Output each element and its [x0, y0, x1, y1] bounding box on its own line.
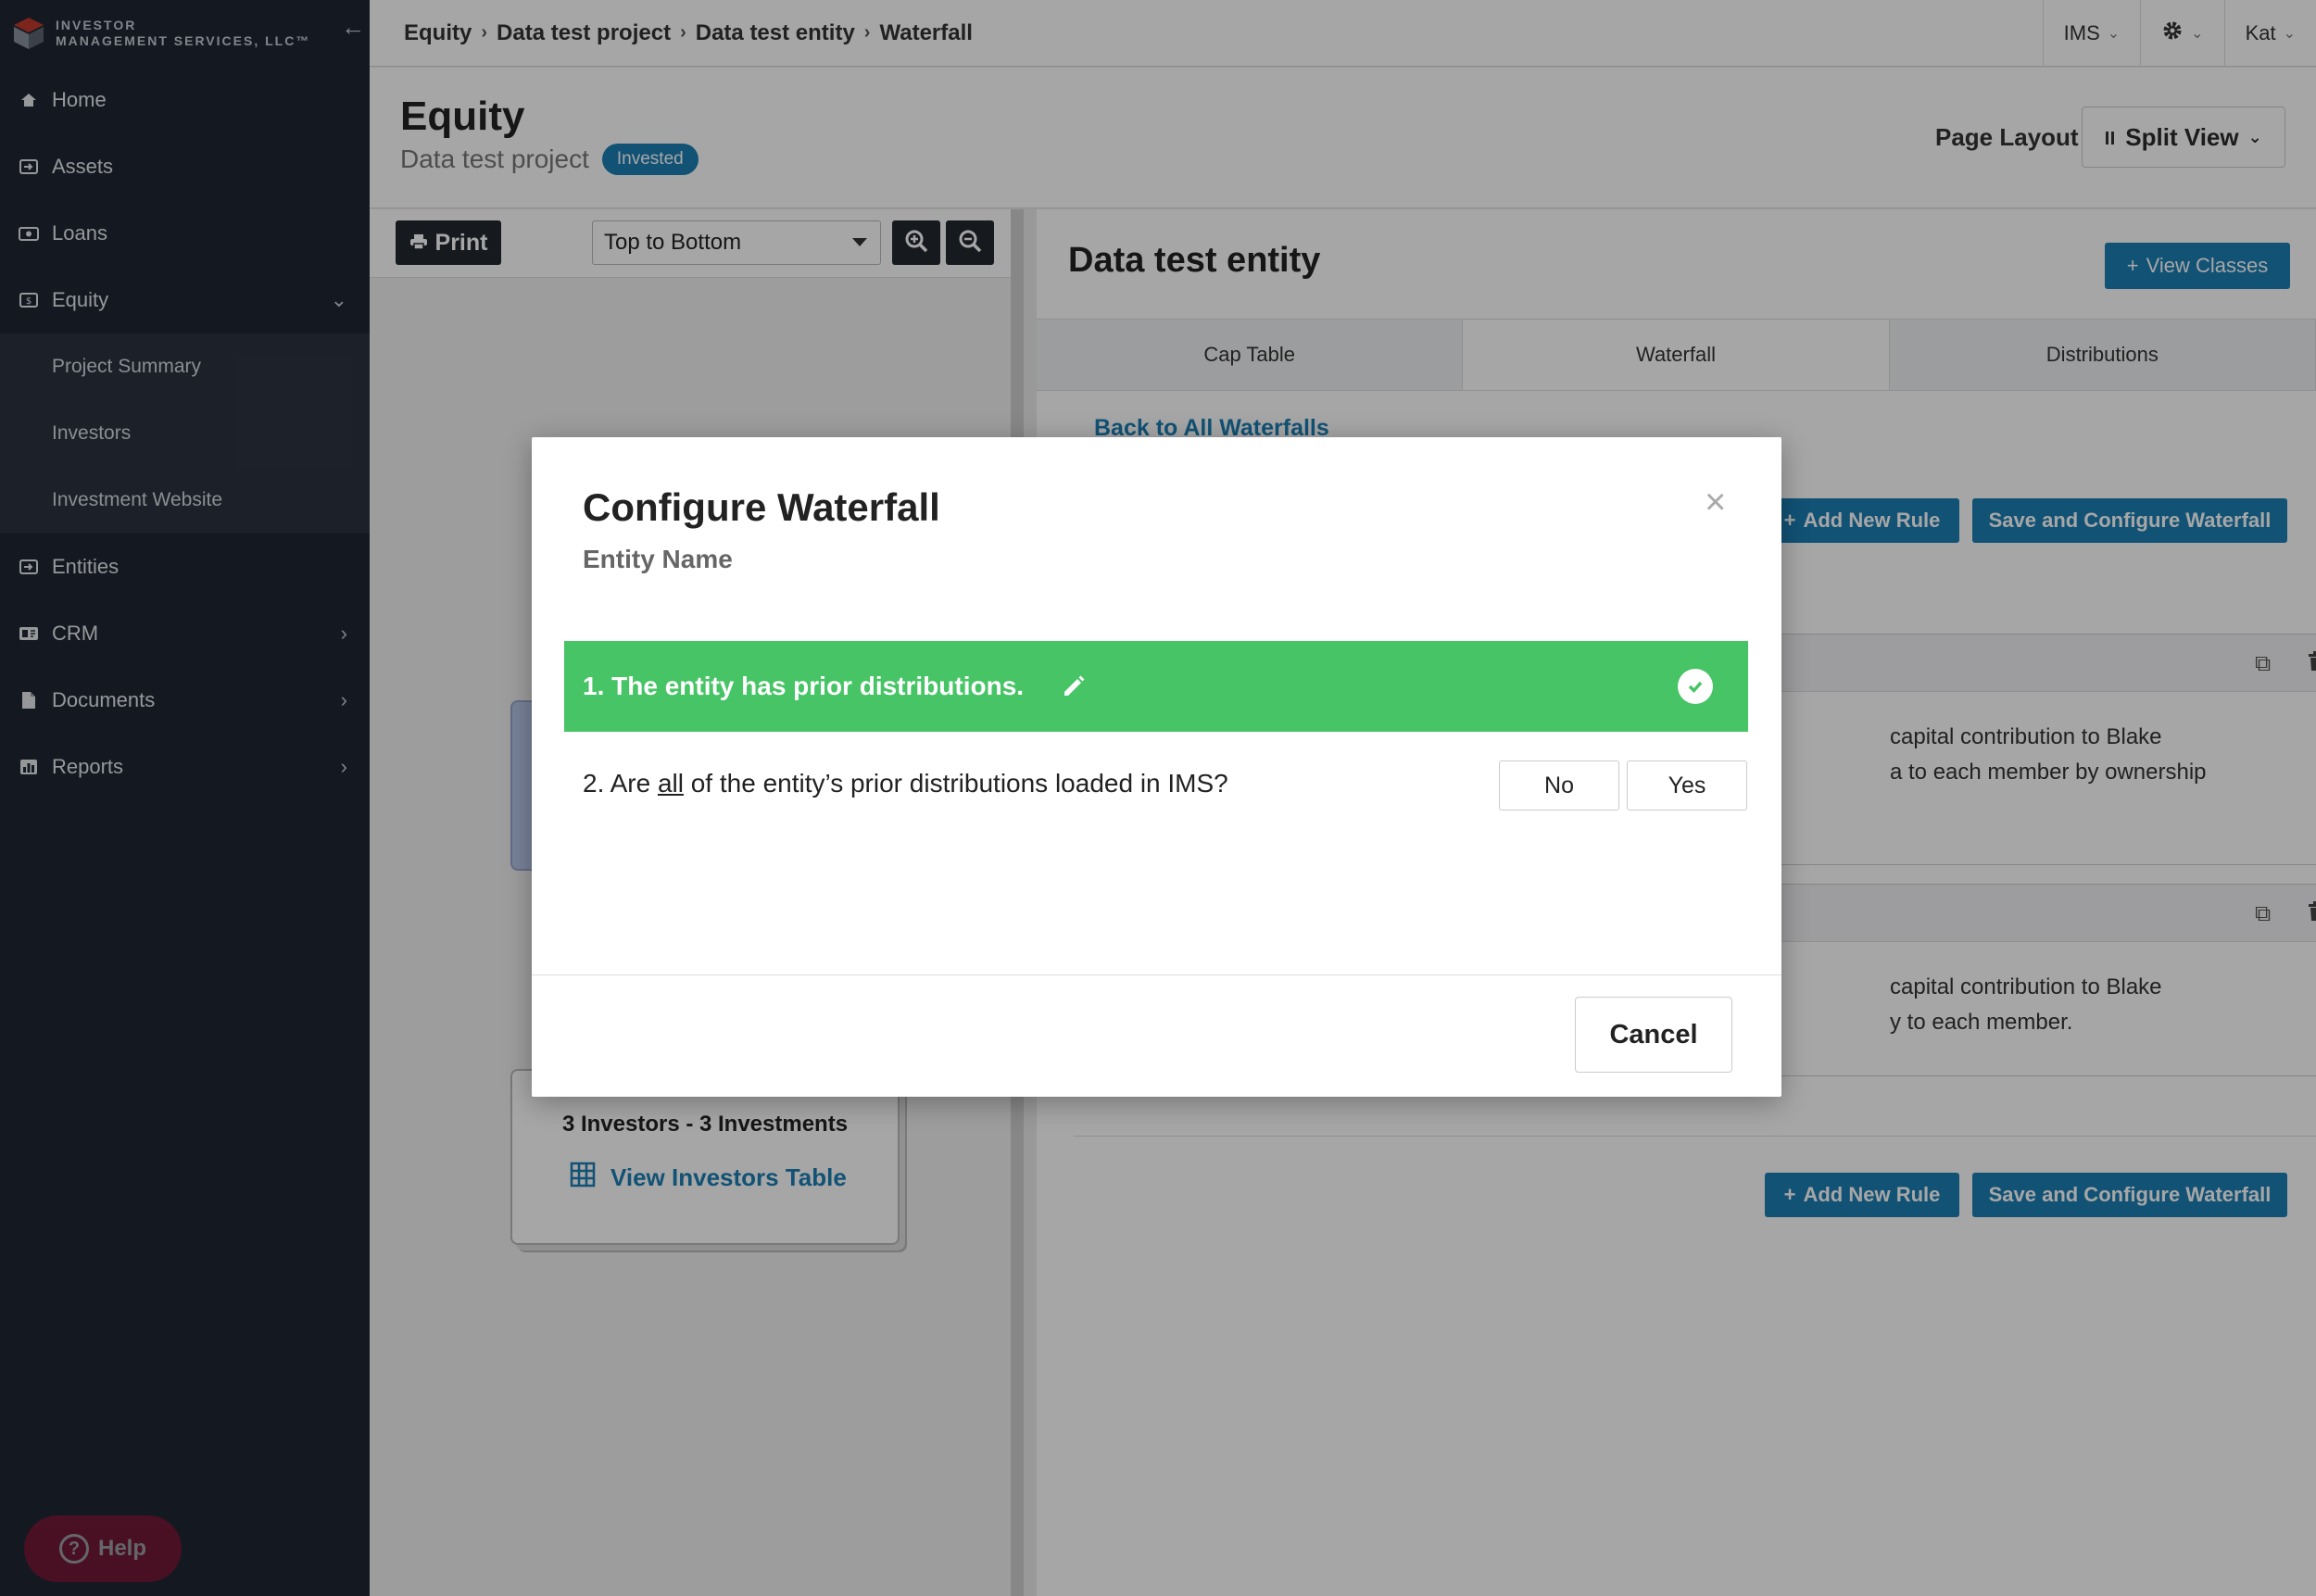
step-2-emphasis: all [657, 769, 684, 798]
step-2-question: 2. Are all of the entity’s prior distrib… [583, 769, 1228, 798]
step-2-text: of the entity’s prior distributions load… [683, 769, 1228, 798]
close-icon[interactable]: × [1705, 484, 1726, 521]
check-circle-icon [1678, 669, 1713, 704]
no-button[interactable]: No [1499, 760, 1619, 811]
yes-button[interactable]: Yes [1627, 760, 1747, 811]
step-1-text: 1. The entity has prior distributions. [583, 672, 1025, 700]
step-2-text: 2. Are [583, 769, 658, 798]
modal-title: Configure Waterfall [583, 485, 940, 529]
modal-footer-divider [532, 974, 1781, 975]
pencil-icon[interactable] [1061, 673, 1087, 699]
cancel-button[interactable]: Cancel [1575, 997, 1732, 1073]
modal-subtitle: Entity Name [583, 545, 733, 573]
step-1-completed: 1. The entity has prior distributions. [564, 641, 1748, 732]
configure-waterfall-modal: Configure Waterfall Entity Name × 1. The… [532, 437, 1781, 1097]
